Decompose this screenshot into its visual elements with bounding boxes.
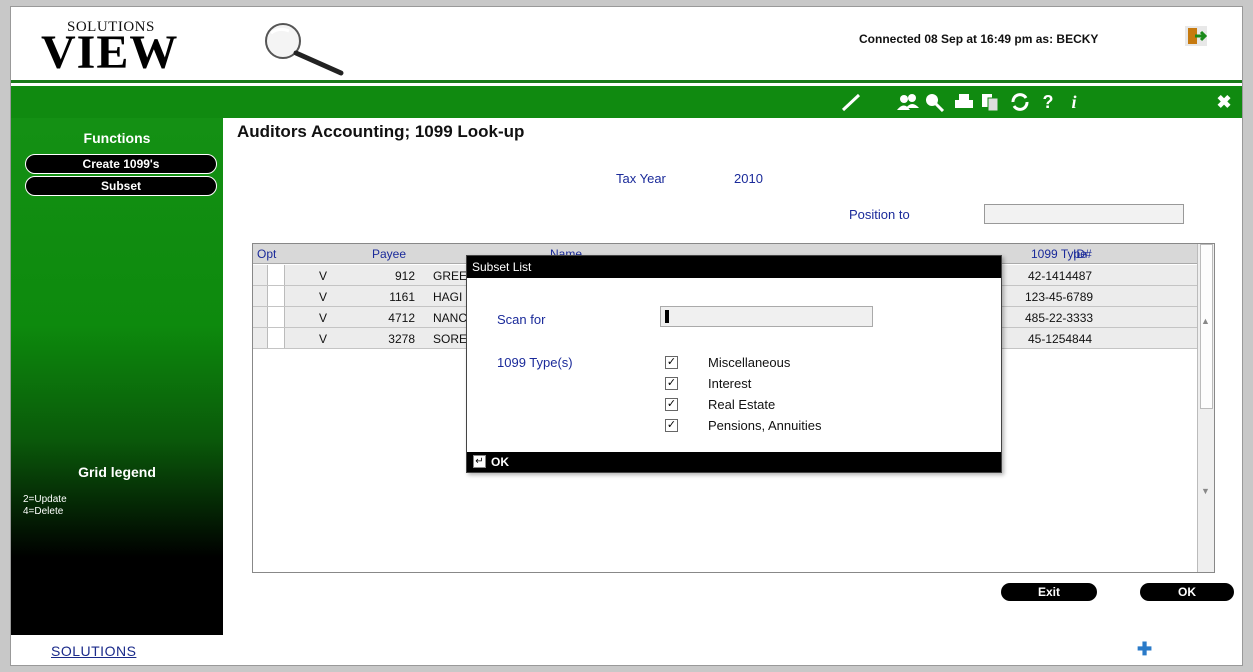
dialog-footer: ↵ OK [467,452,1001,472]
row-type: V [319,311,328,325]
users-icon[interactable] [897,92,919,112]
row-type: V [319,290,328,304]
checkbox-label: Miscellaneous [708,355,791,370]
checkbox-label: Real Estate [708,397,776,412]
row-name: SORE [433,332,468,346]
text-cursor [665,310,669,323]
row-type: V [319,332,328,346]
footer-logo: SOLUTIONS [51,643,137,659]
position-to-input[interactable] [984,204,1184,224]
row-type: V [319,269,328,283]
refresh-icon[interactable] [1009,92,1031,112]
row-id: 485-22-3333 [1025,311,1094,325]
grid-scrollbar[interactable]: ▲ ▼ [1197,244,1214,572]
position-to-label: Position to [849,207,910,222]
exit-button[interactable]: Exit [1001,583,1097,601]
help-icon[interactable]: ? [1037,92,1059,112]
checkbox-label: Interest [708,376,752,391]
checkbox-pensions-annuities[interactable]: ✓ [665,419,678,432]
header: SOLUTIONS VIEW Connected 08 Sep at 16:49… [11,7,1242,83]
1099-types-label: 1099 Type(s) [497,355,573,370]
row-opt-input[interactable] [267,307,285,327]
logo: VIEW [41,26,179,79]
legend-delete: 4=Delete [23,506,64,517]
close-icon[interactable]: ✖ [1213,92,1235,112]
scroll-down-icon[interactable]: ▼ [1201,486,1210,496]
checkbox-miscellaneous[interactable]: ✓ [665,356,678,369]
scan-for-input[interactable] [660,306,873,327]
scrollbar-thumb[interactable] [1200,244,1213,409]
column-header-payee: Payee [372,247,407,261]
scan-for-label: Scan for [497,312,546,327]
subset-button[interactable]: Subset [25,176,217,196]
checkbox-interest[interactable]: ✓ [665,377,678,390]
tax-year-value: 2010 [734,171,763,186]
page-title: Auditors Accounting; 1099 Look-up [237,122,525,141]
row-payee: 1161 [389,290,415,304]
row-opt-input[interactable] [267,265,285,285]
connection-status: Connected 08 Sep at 16:49 pm as: BECKY [859,32,1099,46]
row-payee: 912 [394,269,415,283]
magnifier-logo-icon [265,23,344,76]
brush-icon[interactable] [841,92,863,112]
search-icon[interactable] [923,92,945,112]
row-name: HAGI [433,290,463,304]
application-window: SOLUTIONS VIEW Connected 08 Sep at 16:49… [10,6,1243,666]
info-icon[interactable]: i [1063,92,1085,112]
ok-button[interactable]: OK [1140,583,1234,601]
row-payee: 3278 [388,332,415,346]
tax-year-label: Tax Year [616,171,666,186]
row-opt-input[interactable] [267,286,285,306]
sidebar: Functions Create 1099's Subset Grid lege… [11,118,223,635]
printer-icon[interactable] [953,92,975,112]
scroll-up-icon[interactable]: ▲ [1201,316,1210,326]
checkbox-label: Pensions, Annuities [708,418,822,433]
logout-icon[interactable] [1185,26,1207,46]
dialog-ok-button[interactable]: OK [491,455,509,469]
row-id: 45-1254844 [1028,332,1093,346]
checkbox-real-estate[interactable]: ✓ [665,398,678,411]
column-header-id: ID# [1073,247,1092,261]
legend-update: 2=Update [23,494,67,505]
create-1099s-button[interactable]: Create 1099's [25,154,217,174]
row-opt-input[interactable] [267,328,285,348]
row-id: 42-1414487 [1028,269,1093,283]
grid-legend-title: Grid legend [78,464,156,480]
functions-title: Functions [83,130,151,146]
copy-icon[interactable] [979,92,1001,112]
toolbar: ? i ✖ [11,86,1242,118]
dialog-title: Subset List [467,256,1001,278]
row-id: 123-45-6789 [1025,290,1094,304]
row-name: NANC [433,311,468,325]
row-name: GREE [433,269,468,283]
subset-list-dialog: Subset List Scan for 1099 Type(s) ✓ Misc… [466,255,1002,473]
enter-key-icon[interactable]: ↵ [473,455,486,468]
row-payee: 4712 [388,311,415,325]
column-header-opt: Opt [257,247,277,261]
plus-icon[interactable]: ✚ [1137,639,1152,660]
footer: SOLUTIONS ✚ [11,635,1242,665]
